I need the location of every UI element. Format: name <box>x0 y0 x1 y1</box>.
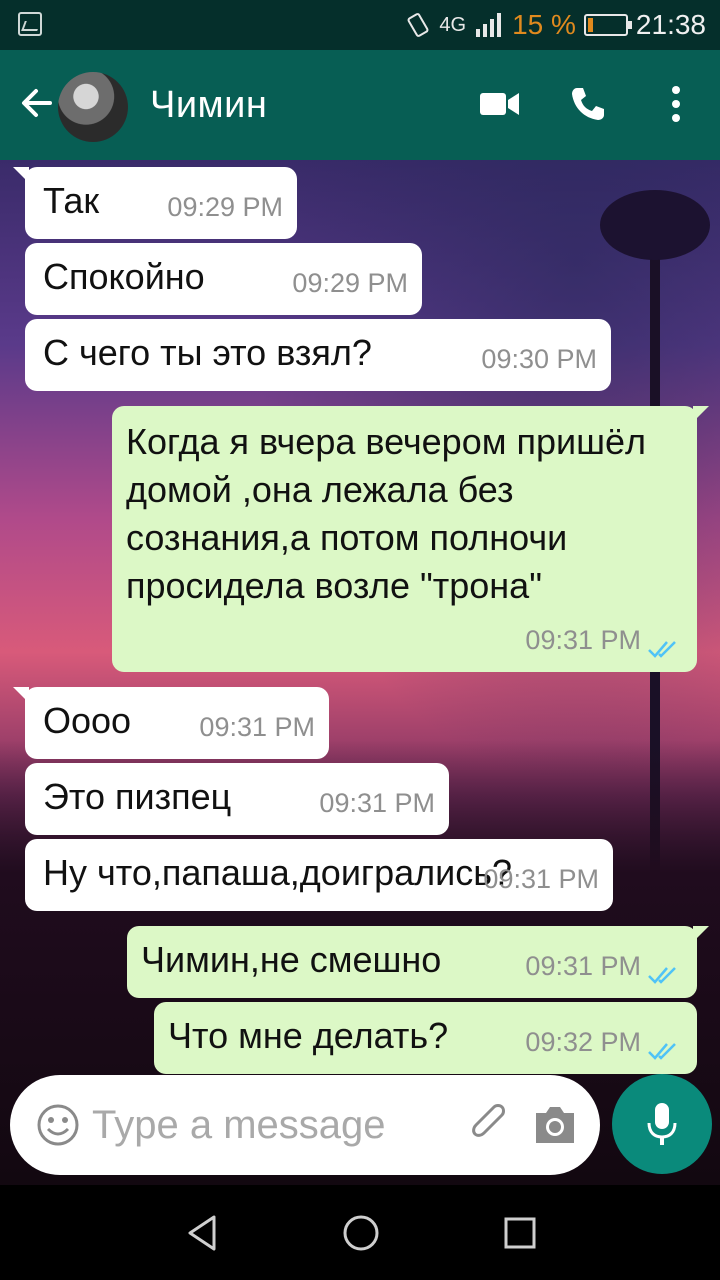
read-ticks-icon <box>648 641 676 658</box>
message-composer <box>10 1075 600 1175</box>
contact-name[interactable]: Чимин <box>150 84 267 127</box>
signal-icon <box>476 13 502 37</box>
message-time: 09:31 PM <box>525 951 641 981</box>
message-bubble-incoming[interactable]: Спокойно 09:29 PM <box>25 243 422 315</box>
message-time: 09:29 PM <box>167 192 283 222</box>
message-text: Ну что,папаша,доигрались? <box>43 852 513 893</box>
message-time: 09:31 PM <box>199 712 315 742</box>
chat-header: Чимин <box>0 50 720 160</box>
attach-icon[interactable] <box>466 1101 514 1149</box>
mic-button[interactable] <box>612 1074 712 1174</box>
message-bubble-incoming[interactable]: Так 09:29 PM <box>13 167 297 239</box>
message-bubble-incoming[interactable]: С чего ты это взял? 09:30 PM <box>25 319 611 391</box>
vibrate-icon <box>407 13 429 37</box>
background-palm <box>600 190 710 260</box>
message-text: Что мне делать? <box>168 1015 449 1056</box>
more-vert-icon[interactable] <box>648 76 704 132</box>
camera-icon[interactable] <box>532 1103 578 1147</box>
battery-percent: 15 % <box>512 9 576 40</box>
message-text: Когда я вчера вечером пришёл домой ,она … <box>126 421 647 606</box>
status-icons: 4G 15 % 21:38 <box>405 8 706 42</box>
phone-icon[interactable] <box>560 76 616 132</box>
read-ticks-icon <box>648 1043 676 1060</box>
gallery-notification-icon <box>18 12 42 36</box>
message-input[interactable] <box>92 1097 452 1153</box>
message-text: Это пизпец <box>43 776 232 817</box>
message-time: 09:31 PM <box>483 864 599 894</box>
system-nav-bar <box>0 1185 720 1280</box>
nav-back-icon[interactable] <box>174 1205 230 1261</box>
network-type: 4G <box>439 14 467 36</box>
message-bubble-incoming[interactable]: Ну что,папаша,доигрались? 09:31 PM <box>25 839 613 911</box>
status-bar: 4G 15 % 21:38 <box>0 0 720 50</box>
message-text: Оооо <box>43 700 132 741</box>
message-bubble-incoming[interactable]: Оооо 09:31 PM <box>13 687 329 759</box>
message-text: Спокойно <box>43 256 205 297</box>
message-time: 09:30 PM <box>481 344 597 374</box>
message-time: 09:31 PM <box>525 625 641 655</box>
mic-icon <box>647 1103 677 1145</box>
message-time: 09:29 PM <box>292 268 408 298</box>
video-call-icon[interactable] <box>472 76 528 132</box>
clock: 21:38 <box>635 9 706 40</box>
nav-home-icon[interactable] <box>333 1205 389 1261</box>
message-bubble-outgoing[interactable]: Чимин,не смешно 09:31 PM <box>127 926 709 998</box>
read-ticks-icon <box>648 967 676 984</box>
back-arrow-icon[interactable] <box>14 80 60 126</box>
message-time: 09:31 PM <box>319 788 435 818</box>
message-bubble-outgoing[interactable]: Когда я вчера вечером пришёл домой ,она … <box>112 406 709 672</box>
chat-area[interactable]: Так 09:29 PM Спокойно 09:29 PM С чего ты… <box>0 160 720 1185</box>
message-bubble-outgoing[interactable]: Что мне делать? 09:32 PM <box>154 1002 697 1074</box>
emoji-icon[interactable] <box>36 1103 80 1147</box>
message-text: Чимин,не смешно <box>141 939 442 980</box>
message-bubble-incoming[interactable]: Это пизпец 09:31 PM <box>25 763 449 835</box>
avatar[interactable] <box>58 72 128 142</box>
message-text: С чего ты это взял? <box>43 332 372 373</box>
message-time: 09:32 PM <box>525 1027 641 1057</box>
nav-recents-icon[interactable] <box>492 1205 548 1261</box>
battery-icon <box>583 14 632 36</box>
message-text: Так <box>43 180 100 221</box>
